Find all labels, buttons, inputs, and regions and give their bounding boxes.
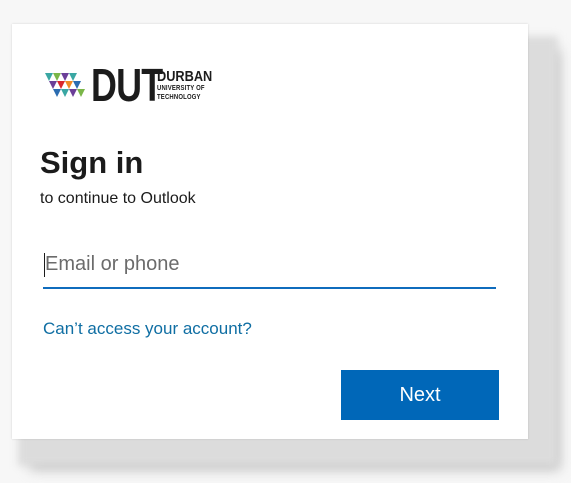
dut-logo-line-2: UNIVERSITY OF (157, 84, 205, 92)
dut-logo-letters: DUT (91, 59, 163, 111)
signin-card: DUT DURBAN UNIVERSITY OF TECHNOLOGY Sign… (12, 24, 528, 439)
page-title: Sign in (40, 145, 144, 180)
page-subtitle: to continue to Outlook (40, 190, 196, 207)
dut-logo: DUT DURBAN UNIVERSITY OF TECHNOLOGY (45, 59, 222, 111)
dut-logo-line-3: TECHNOLOGY (157, 93, 201, 101)
next-button[interactable]: Next (341, 370, 499, 420)
screenshot-stage: DUT DURBAN UNIVERSITY OF TECHNOLOGY Sign… (0, 0, 571, 483)
email-field[interactable] (43, 243, 498, 285)
email-field-container (43, 243, 498, 289)
dut-logo-wordmark: DURBAN UNIVERSITY OF TECHNOLOGY (157, 69, 222, 102)
dut-logo-line-1: DURBAN (157, 67, 213, 85)
cant-access-account-link[interactable]: Can’t access your account? (43, 318, 252, 340)
dut-logo-mark-icon (45, 73, 85, 97)
text-caret (44, 253, 45, 277)
